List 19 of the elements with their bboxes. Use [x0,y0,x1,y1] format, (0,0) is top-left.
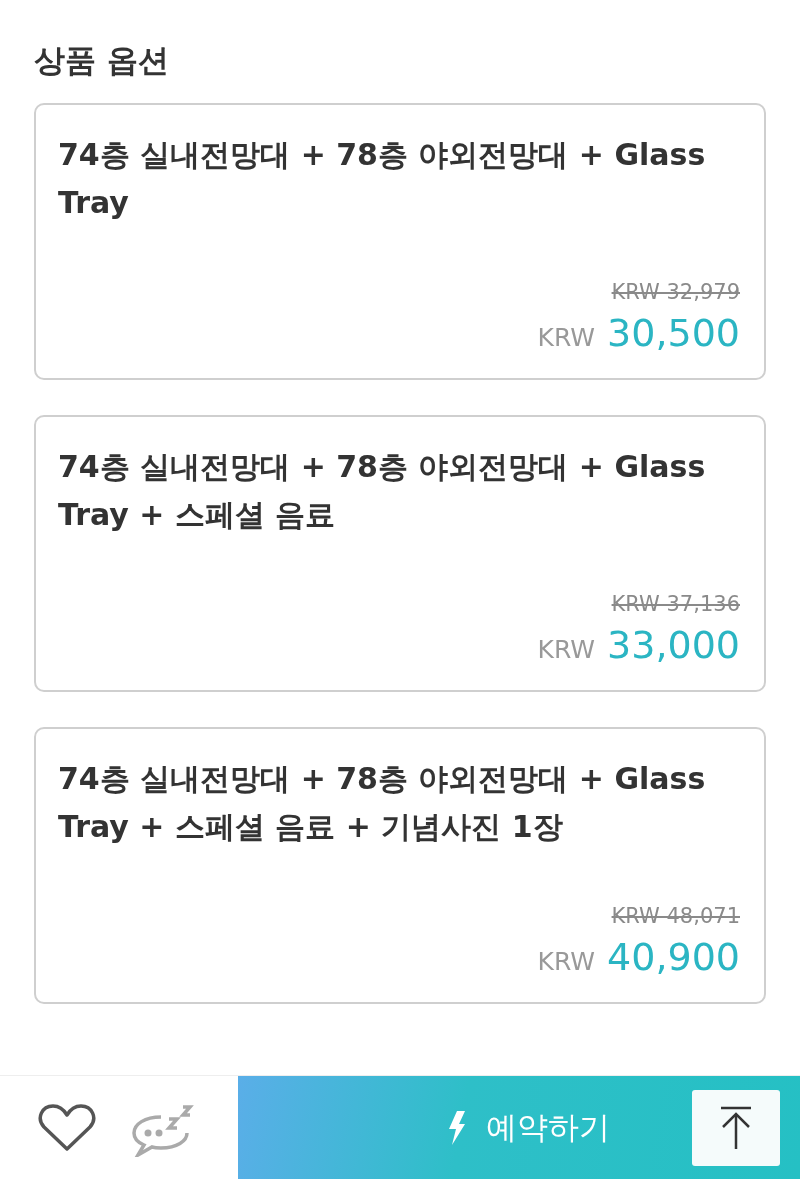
option-card[interactable]: 74층 실내전망대 + 78층 야외전망대 + Glass Tray + 스페셜 음료 + 기념사진 1장 KRW 48,071 KRW 40,900 [34,727,766,1005]
scroll-top-button[interactable] [692,1089,780,1166]
option-name: 74층 실내전망대 + 78층 야외전망대 + Glass Tray [58,136,707,223]
section-title: 상품 옵션 [34,42,170,80]
original-price: KRW 32,979 [611,279,740,307]
sale-price: 40,900 [607,936,740,979]
currency-label: KRW [537,633,596,666]
option-name: 74층 실내전망대 + 78층 야외전망대 + Glass Tray + 스페셜 음료 + 기념사진 1장 [58,760,707,847]
option-name: 74층 실내전망대 + 78층 야외전망대 + Glass Tray + 스페셜 음료 [58,448,707,535]
original-price: KRW 48,071 [611,903,740,931]
currency-label: KRW [537,321,596,354]
option-card[interactable]: 74층 실내전망대 + 78층 야외전망대 + Glass Tray KRW 32,979 KRW 30,500 [34,103,766,381]
lightning-icon [448,1110,466,1145]
original-price: KRW 37,136 [611,591,740,619]
option-card[interactable]: 74층 실내전망대 + 78층 야외전망대 + Glass Tray + 스페셜 음료 KRW 37,136 KRW 33,000 [34,415,766,693]
sale-price: 30,500 [607,312,740,355]
currency-label: KRW [537,945,596,978]
heart-icon[interactable] [37,1102,96,1153]
sale-price: 33,000 [607,624,740,667]
